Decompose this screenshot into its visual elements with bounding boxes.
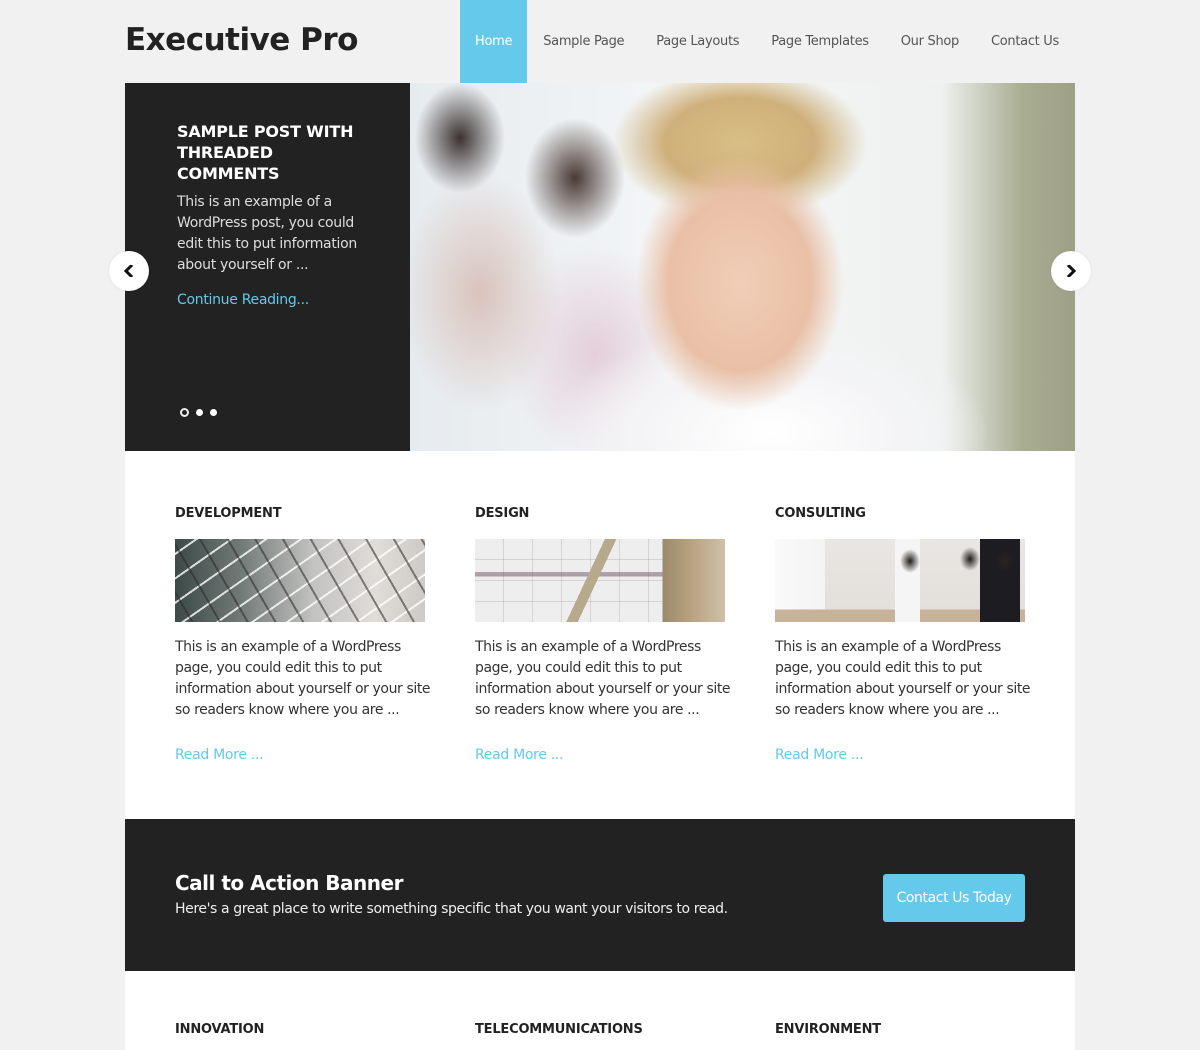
contact-us-today-button[interactable]: Contact Us Today <box>883 874 1025 922</box>
slider-prev-button[interactable] <box>109 251 149 291</box>
read-more-link[interactable]: Read More ... <box>775 747 864 763</box>
nav-item-sample-page[interactable]: Sample Page <box>527 0 640 83</box>
slider-pagination <box>180 408 217 417</box>
nav-item-page-templates[interactable]: Page Templates <box>755 0 885 83</box>
feature-title[interactable]: Telecommunications <box>475 1022 643 1037</box>
feature-title[interactable]: Design <box>475 506 529 521</box>
bottom-features-section: Innovation Telecommunications Environmen… <box>125 971 1075 1050</box>
feature-title[interactable]: Development <box>175 506 282 521</box>
hero-slider: Sample Post With Threaded Comments This … <box>125 83 1075 451</box>
hero-caption: Sample Post With Threaded Comments This … <box>125 83 410 451</box>
nav-item-contact-us[interactable]: Contact Us <box>975 0 1075 83</box>
call-to-action-banner: Call to Action Banner Here's a great pla… <box>125 819 1075 971</box>
nav-item-page-layouts[interactable]: Page Layouts <box>640 0 755 83</box>
feature-title[interactable]: Consulting <box>775 506 866 521</box>
slider-dot-3[interactable] <box>210 409 217 416</box>
hero-title[interactable]: Sample Post With Threaded Comments <box>177 121 358 184</box>
blueprint-swatches-image[interactable] <box>475 539 725 622</box>
slider-dot-2[interactable] <box>196 409 203 416</box>
feature-title[interactable]: Environment <box>775 1022 881 1037</box>
feature-text: This is an example of a WordPress page, … <box>175 639 431 718</box>
read-more-link[interactable]: Read More ... <box>175 747 264 763</box>
hero-excerpt: This is an example of a WordPress post, … <box>177 194 357 273</box>
office-meeting-image[interactable] <box>775 539 1025 622</box>
read-more-link[interactable]: Read More ... <box>475 747 564 763</box>
nav-item-home[interactable]: Home <box>460 0 528 83</box>
glass-building-image[interactable] <box>175 539 425 622</box>
chevron-right-icon <box>1066 265 1077 277</box>
primary-nav: Home Sample Page Page Layouts Page Templ… <box>460 0 1075 83</box>
site-title[interactable]: Executive Pro <box>125 22 358 58</box>
cta-title: Call to Action Banner <box>175 871 403 895</box>
slider-dot-1[interactable] <box>180 408 189 417</box>
hero-slide-image[interactable] <box>410 83 1075 451</box>
continue-reading-link[interactable]: Continue Reading... <box>177 292 358 308</box>
feature-title[interactable]: Innovation <box>175 1022 264 1037</box>
feature-text: This is an example of a WordPress page, … <box>475 639 731 718</box>
chevron-left-icon <box>123 265 134 277</box>
nav-item-our-shop[interactable]: Our Shop <box>885 0 975 83</box>
feature-text: This is an example of a WordPress page, … <box>775 639 1031 718</box>
site-header: Executive Pro Home Sample Page Page Layo… <box>125 0 1075 83</box>
cta-text: Here's a great place to write something … <box>175 901 728 917</box>
features-section: Development This is an example of a Word… <box>125 451 1075 819</box>
slider-next-button[interactable] <box>1051 251 1091 291</box>
